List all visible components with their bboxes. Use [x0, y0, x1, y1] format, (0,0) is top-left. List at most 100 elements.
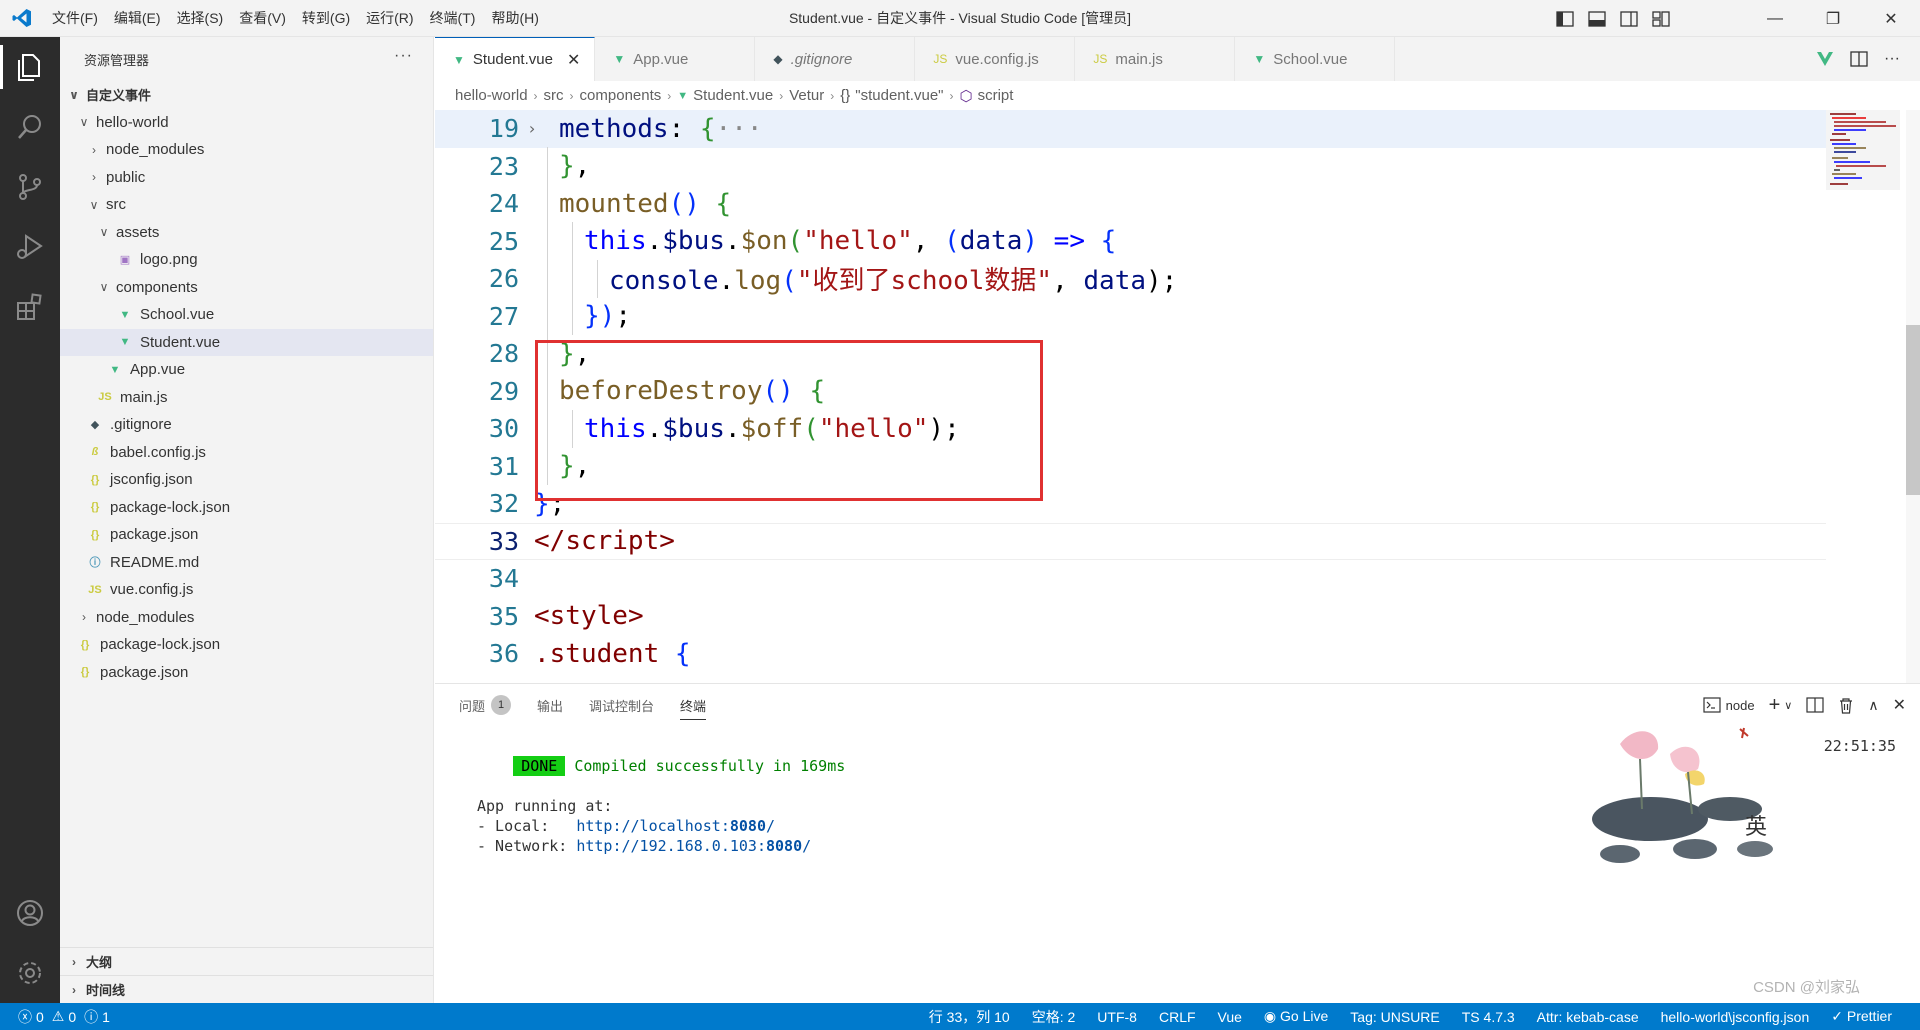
tree-folder-workspace[interactable]: ∨ 自定义事件	[60, 81, 433, 109]
tree-file-school-vue[interactable]: ▼ School.vue	[60, 301, 433, 329]
menu-run[interactable]: 运行(R)	[358, 0, 421, 37]
tree-file-package-json[interactable]: {} package.json	[60, 521, 433, 549]
manage-activity[interactable]	[0, 943, 60, 1003]
close-window-icon[interactable]: ✕	[1862, 0, 1920, 37]
svg-text:英: 英	[1745, 815, 1767, 840]
breadcrumb-item[interactable]: src	[544, 87, 564, 104]
editor-scrollbar[interactable]	[1906, 110, 1920, 683]
go-live-button[interactable]: ◉ Go Live	[1264, 1008, 1328, 1025]
local-url-link[interactable]: http://localhost:8080/	[576, 817, 775, 835]
menu-file[interactable]: 文件(F)	[44, 0, 106, 37]
tree-folder-node-modules-root[interactable]: › node_modules	[60, 604, 433, 632]
tree-folder-hello-world[interactable]: ∨ hello-world	[60, 109, 433, 137]
cursor-position[interactable]: 行 33，列 10	[929, 1007, 1010, 1027]
breadcrumb-item[interactable]: script	[978, 87, 1014, 104]
close-panel-icon[interactable]: ✕	[1893, 695, 1906, 715]
terminal-selector[interactable]: node	[1703, 697, 1755, 713]
tree-file-readme[interactable]: ⓘ README.md	[60, 549, 433, 577]
problems-status[interactable]: ⓧ 0 ⚠ 0 ⓘ 1	[0, 1007, 110, 1027]
breadcrumb-item[interactable]: Vetur	[789, 87, 824, 104]
tree-file-student-vue[interactable]: ▼ Student.vue	[60, 328, 433, 356]
explorer-activity[interactable]	[0, 37, 60, 97]
tree-folder-src[interactable]: ∨ src	[60, 191, 433, 219]
more-actions-icon[interactable]: ···	[394, 47, 413, 65]
more-actions-icon[interactable]: ···	[1884, 50, 1900, 68]
token: "hello"	[803, 226, 913, 257]
restore-icon[interactable]: ❐	[1804, 0, 1862, 37]
breadcrumb-item[interactable]: components	[580, 87, 662, 104]
extensions-activity[interactable]	[0, 277, 60, 337]
toggle-panel-icon[interactable]	[1588, 10, 1606, 27]
tree-folder-node-modules[interactable]: › node_modules	[60, 136, 433, 164]
tab-problems[interactable]: 问题 1	[459, 684, 512, 726]
tree-file-app-vue[interactable]: ▼ App.vue	[60, 356, 433, 384]
tab-debug-console[interactable]: 调试控制台	[589, 684, 654, 726]
menu-selection[interactable]: 选择(S)	[169, 0, 232, 37]
menu-terminal[interactable]: 终端(T)	[422, 0, 484, 37]
outline-section[interactable]: › 大纲	[60, 947, 433, 975]
tab-student-vue[interactable]: ▼ Student.vue ✕	[435, 37, 596, 81]
toggle-secondary-sidebar-icon[interactable]	[1620, 10, 1638, 27]
json-file-icon: {}	[90, 473, 100, 486]
tree-file-package-json-root[interactable]: {} package.json	[60, 659, 433, 687]
tree-file-package-lock[interactable]: {} package-lock.json	[60, 494, 433, 522]
attr-status[interactable]: Attr: kebab-case	[1537, 1009, 1639, 1025]
breadcrumb-item[interactable]: Student.vue	[693, 87, 773, 104]
tab-app-vue[interactable]: ▼ App.vue	[595, 37, 756, 81]
minimize-icon[interactable]: —	[1746, 0, 1804, 37]
tab-school-vue[interactable]: ▼ School.vue	[1235, 37, 1396, 81]
menu-go[interactable]: 转到(G)	[294, 0, 358, 37]
ts-version[interactable]: TS 4.7.3	[1462, 1009, 1515, 1025]
trash-icon[interactable]	[1838, 697, 1854, 714]
vetur-preview-icon[interactable]	[1816, 51, 1834, 67]
menu-edit[interactable]: 编辑(E)	[106, 0, 169, 37]
close-icon[interactable]: ✕	[567, 50, 580, 70]
search-activity[interactable]	[0, 97, 60, 157]
tree-folder-public[interactable]: › public	[60, 164, 433, 192]
tab-vue-config[interactable]: JS vue.config.js	[915, 37, 1076, 81]
maximize-panel-icon[interactable]: ∧	[1868, 697, 1878, 714]
tab-output[interactable]: 输出	[537, 684, 563, 726]
scrollbar-thumb[interactable]	[1906, 325, 1920, 495]
source-control-activity[interactable]	[0, 157, 60, 217]
breadcrumb-item[interactable]: "student.vue"	[855, 87, 943, 104]
tree-file-package-lock-root[interactable]: {} package-lock.json	[60, 631, 433, 659]
tree-file-vue-config[interactable]: JS vue.config.js	[60, 576, 433, 604]
code-editor[interactable]: 19 › methods: {··· 23 }, 24 mounted() { …	[435, 110, 1920, 683]
tab-gitignore[interactable]: ◆ .gitignore	[755, 37, 916, 81]
network-url-link[interactable]: http://192.168.0.103:8080/	[576, 837, 811, 855]
tree-file-babel-config[interactable]: ß babel.config.js	[60, 439, 433, 467]
chevron-right-icon[interactable]: ›	[519, 119, 545, 138]
menu-view[interactable]: 查看(V)	[231, 0, 294, 37]
tree-file-logo-png[interactable]: ▣ logo.png	[60, 246, 433, 274]
breadcrumb-item[interactable]: hello-world	[455, 87, 528, 104]
encoding-status[interactable]: UTF-8	[1097, 1009, 1137, 1025]
split-editor-icon[interactable]	[1850, 51, 1868, 67]
folded-ellipsis[interactable]: ···	[716, 114, 763, 144]
chevron-down-icon[interactable]: ∨	[1784, 699, 1792, 712]
tag-status[interactable]: Tag: UNSURE	[1350, 1009, 1439, 1025]
config-status[interactable]: hello-world\jsconfig.json	[1661, 1009, 1810, 1025]
code-line: 26 console.log("收到了school数据", data);	[435, 260, 1826, 298]
timeline-section[interactable]: › 时间线	[60, 975, 433, 1003]
tab-main-js[interactable]: JS main.js	[1075, 37, 1236, 81]
eol-status[interactable]: CRLF	[1159, 1009, 1196, 1025]
tab-terminal[interactable]: 终端	[680, 684, 707, 726]
tree-folder-assets[interactable]: ∨ assets	[60, 219, 433, 247]
token: $bus	[662, 226, 725, 257]
extensions-icon	[17, 293, 42, 320]
run-debug-activity[interactable]	[0, 217, 60, 277]
tree-folder-components[interactable]: ∨ components	[60, 274, 433, 302]
prettier-status[interactable]: ✓ Prettier	[1831, 1008, 1892, 1025]
indentation-status[interactable]: 空格: 2	[1032, 1007, 1076, 1027]
menu-help[interactable]: 帮助(H)	[483, 0, 546, 37]
minimap[interactable]	[1826, 110, 1900, 683]
language-mode[interactable]: Vue	[1218, 1009, 1242, 1025]
split-terminal-icon[interactable]	[1806, 697, 1824, 713]
tree-file-gitignore[interactable]: ◆ .gitignore	[60, 411, 433, 439]
customize-layout-icon[interactable]	[1652, 10, 1670, 27]
tree-file-main-js[interactable]: JS main.js	[60, 384, 433, 412]
tree-file-jsconfig[interactable]: {} jsconfig.json	[60, 466, 433, 494]
accounts-activity[interactable]	[0, 883, 60, 943]
toggle-primary-sidebar-icon[interactable]	[1556, 10, 1574, 27]
